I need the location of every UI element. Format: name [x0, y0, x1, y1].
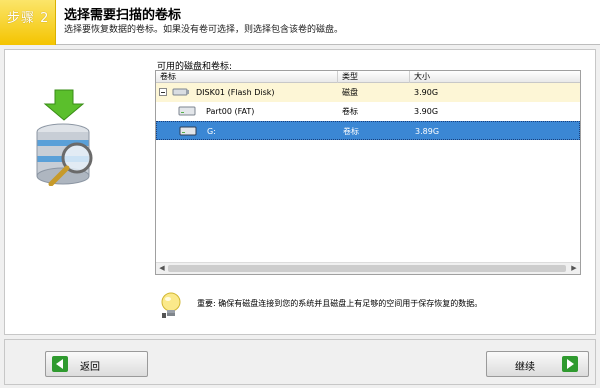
volume-type: 卷标 — [343, 127, 359, 136]
scrollbar-thumb[interactable] — [168, 265, 566, 272]
step-badge: 步骤 2 — [0, 0, 56, 45]
scroll-right-icon[interactable]: ▶ — [568, 263, 580, 274]
table-row-partition[interactable]: Part00 (FAT) 卷标 3.90G — [156, 102, 580, 121]
column-header-volume[interactable]: 卷标 — [156, 71, 338, 83]
horizontal-scrollbar[interactable]: ◀ ▶ — [156, 262, 580, 274]
column-header-size[interactable]: 大小 — [410, 71, 580, 83]
column-header-type[interactable]: 类型 — [338, 71, 410, 83]
continue-button-label: 继续 — [515, 362, 535, 373]
arrow-left-icon — [52, 356, 68, 372]
volume-table[interactable]: 卷标 类型 大小 DISK01 (Flash Disk) 磁盘 3.90G Pa… — [155, 70, 581, 275]
arrow-right-icon — [562, 356, 578, 372]
page-subtitle: 选择要恢复数据的卷标。如果没有卷可选择，则选择包含该卷的磁盘。 — [64, 25, 344, 35]
drive-icon — [179, 126, 197, 136]
volume-type: 磁盘 — [342, 88, 358, 97]
flash-disk-icon — [172, 88, 189, 96]
disk-search-icon — [36, 89, 93, 186]
volume-size: 3.90G — [414, 88, 439, 97]
scroll-left-icon[interactable]: ◀ — [156, 263, 168, 274]
main-panel: 可用的磁盘和卷标: 卷标 类型 大小 DISK01 (Flash Disk) 磁… — [4, 49, 596, 335]
note-text: 重要: 确保有磁盘连接到您的系统并且磁盘上有足够的空间用于保存恢复的数据。 — [197, 299, 483, 308]
lightbulb-icon — [161, 292, 181, 318]
volume-size: 3.90G — [414, 107, 439, 116]
table-row-volume-selected[interactable]: G: 卷标 3.89G — [156, 121, 580, 140]
important-note: 重要: 确保有磁盘连接到您的系统并且磁盘上有足够的空间用于保存恢复的数据。 — [155, 291, 581, 321]
wizard-footer: 返回 继续 — [4, 339, 596, 385]
table-header: 卷标 类型 大小 — [156, 71, 580, 83]
continue-button[interactable]: 继续 — [486, 351, 589, 377]
volume-name: G: — [207, 127, 216, 136]
volume-name: Part00 (FAT) — [206, 107, 255, 116]
drive-icon — [178, 106, 196, 116]
collapse-toggle-icon[interactable] — [159, 88, 167, 96]
wizard-header: 步骤 2 选择需要扫描的卷标 选择要恢复数据的卷标。如果没有卷可选择，则选择包含… — [0, 0, 600, 45]
volume-size: 3.89G — [415, 127, 440, 136]
back-button[interactable]: 返回 — [45, 351, 148, 377]
step-label: 步骤 2 — [7, 11, 50, 26]
table-row-disk[interactable]: DISK01 (Flash Disk) 磁盘 3.90G — [156, 83, 580, 102]
volume-type: 卷标 — [342, 107, 358, 116]
volume-name: DISK01 (Flash Disk) — [196, 88, 275, 97]
page-title: 选择需要扫描的卷标 — [64, 8, 182, 23]
back-button-label: 返回 — [80, 362, 100, 373]
